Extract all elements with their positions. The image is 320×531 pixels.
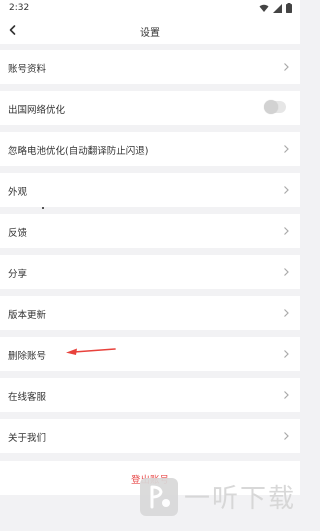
- row-label: 在线客服: [8, 392, 47, 403]
- header: 设置: [0, 16, 300, 44]
- chevron-right-icon: [284, 186, 289, 194]
- chevron-right-icon: [284, 432, 289, 440]
- status-bar: 2:32: [0, 0, 300, 16]
- settings-row-account-profile[interactable]: 账号资料: [0, 50, 300, 84]
- row-label: 反馈: [8, 228, 28, 239]
- row-label: 删除账号: [8, 351, 47, 362]
- page-title: 设置: [140, 28, 160, 39]
- settings-row-feedback[interactable]: 反馈: [0, 214, 300, 248]
- network-optimization-toggle[interactable]: [264, 100, 286, 114]
- settings-row-delete-account[interactable]: 删除账号: [0, 337, 300, 371]
- settings-row-version-update[interactable]: 版本更新: [0, 296, 300, 330]
- settings-row-battery-optimization[interactable]: 忽略电池优化(自动翻译防止闪退): [0, 132, 300, 166]
- row-label: 关于我们: [8, 433, 47, 444]
- row-label: 分享: [8, 269, 28, 280]
- settings-row-about-us[interactable]: 关于我们: [0, 419, 300, 453]
- chevron-right-icon: [284, 350, 289, 358]
- watermark-logo-icon: [140, 477, 178, 516]
- chevron-right-icon: [284, 391, 289, 399]
- chevron-right-icon: [284, 268, 289, 276]
- watermark-text: 一听下载: [184, 484, 297, 514]
- status-icons: [259, 3, 292, 13]
- settings-row-share[interactable]: 分享: [0, 255, 300, 289]
- row-label: 版本更新: [8, 310, 47, 321]
- chevron-right-icon: [284, 63, 289, 71]
- battery-icon: [286, 3, 292, 13]
- row-label: 忽略电池优化(自动翻译防止闪退): [8, 146, 149, 157]
- chevron-right-icon: [284, 145, 289, 153]
- settings-row-network-optimization: 出国网络优化: [0, 91, 300, 125]
- settings-row-appearance[interactable]: 外观: [0, 173, 300, 207]
- red-arrow-annotation: [66, 348, 116, 355]
- watermark: 一听下载: [140, 462, 300, 531]
- chevron-right-icon: [284, 309, 289, 317]
- signal-icon: [273, 3, 282, 13]
- row-label: 出国网络优化: [8, 105, 66, 116]
- settings-row-online-support[interactable]: 在线客服: [0, 378, 300, 412]
- status-time: 2:32: [9, 3, 30, 13]
- toggle-knob: [264, 100, 278, 114]
- row-label: 外观: [8, 187, 28, 198]
- wifi-icon: [259, 4, 269, 12]
- row-label: 账号资料: [8, 64, 47, 75]
- chevron-right-icon: [284, 227, 289, 235]
- stray-dot: [42, 207, 44, 209]
